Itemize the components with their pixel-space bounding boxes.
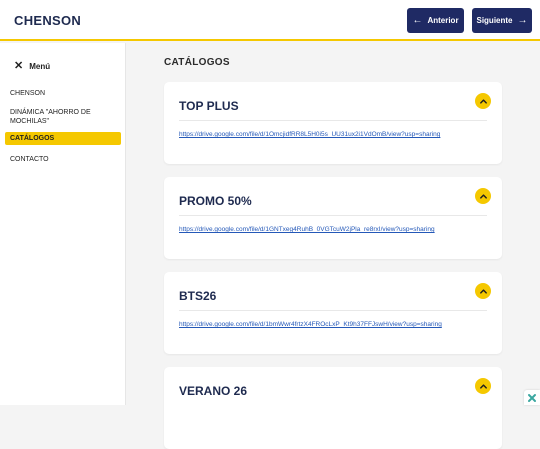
close-icon: ✕ [14, 60, 24, 72]
arrow-right-icon: → [517, 14, 528, 26]
menu-toggle[interactable]: ✕ Menú [14, 61, 50, 72]
drive-link[interactable]: https://drive.google.com/file/d/1bmWwr4f… [179, 321, 442, 328]
sidebar: ✕ Menú CHENSON DINÁMICA "AHORRO DE MOCHI… [0, 43, 126, 405]
chevron-up-icon[interactable] [475, 93, 491, 109]
catalog-card: BTS26 https://drive.google.com/file/d/1b… [164, 272, 502, 354]
drive-link[interactable]: https://drive.google.com/file/d/1Omcjidf… [179, 131, 440, 138]
card-title[interactable]: VERANO 26 [179, 384, 247, 398]
brand-title[interactable]: CHENSON [14, 13, 81, 28]
previous-button-label: Anterior [427, 16, 459, 25]
divider [179, 310, 487, 311]
next-button[interactable]: Siguiente → [472, 8, 532, 33]
previous-button[interactable]: ← Anterior [407, 8, 464, 33]
card-title[interactable]: BTS26 [179, 289, 216, 303]
sidebar-item-dinamica[interactable]: DINÁMICA "AHORRO DE MOCHILAS" [5, 106, 121, 128]
page-title: CATÁLOGOS [164, 57, 230, 68]
chevron-up-icon[interactable] [475, 378, 491, 394]
next-button-label: Siguiente [476, 16, 513, 25]
menu-label: Menú [29, 62, 51, 71]
x-logo-icon[interactable] [524, 390, 540, 405]
arrow-left-icon: ← [412, 14, 423, 26]
divider [179, 215, 487, 216]
chevron-up-icon[interactable] [475, 188, 491, 204]
catalog-card: PROMO 50% https://drive.google.com/file/… [164, 177, 502, 259]
sidebar-item-chenson[interactable]: CHENSON [5, 87, 121, 100]
divider [179, 120, 487, 121]
sidebar-item-catalogos[interactable]: CATÁLOGOS [5, 132, 121, 145]
top-header: CHENSON ← Anterior Siguiente → [0, 0, 540, 41]
chevron-up-icon[interactable] [475, 283, 491, 299]
card-title[interactable]: TOP PLUS [179, 99, 239, 113]
sidebar-item-contacto[interactable]: CONTACTO [5, 153, 121, 166]
card-title[interactable]: PROMO 50% [179, 194, 252, 208]
drive-link[interactable]: https://drive.google.com/file/d/1GNTxeg4… [179, 226, 435, 233]
catalog-card: VERANO 26 [164, 367, 502, 449]
main-content: CATÁLOGOS TOP PLUS https://drive.google.… [127, 43, 540, 449]
catalog-card: TOP PLUS https://drive.google.com/file/d… [164, 82, 502, 164]
